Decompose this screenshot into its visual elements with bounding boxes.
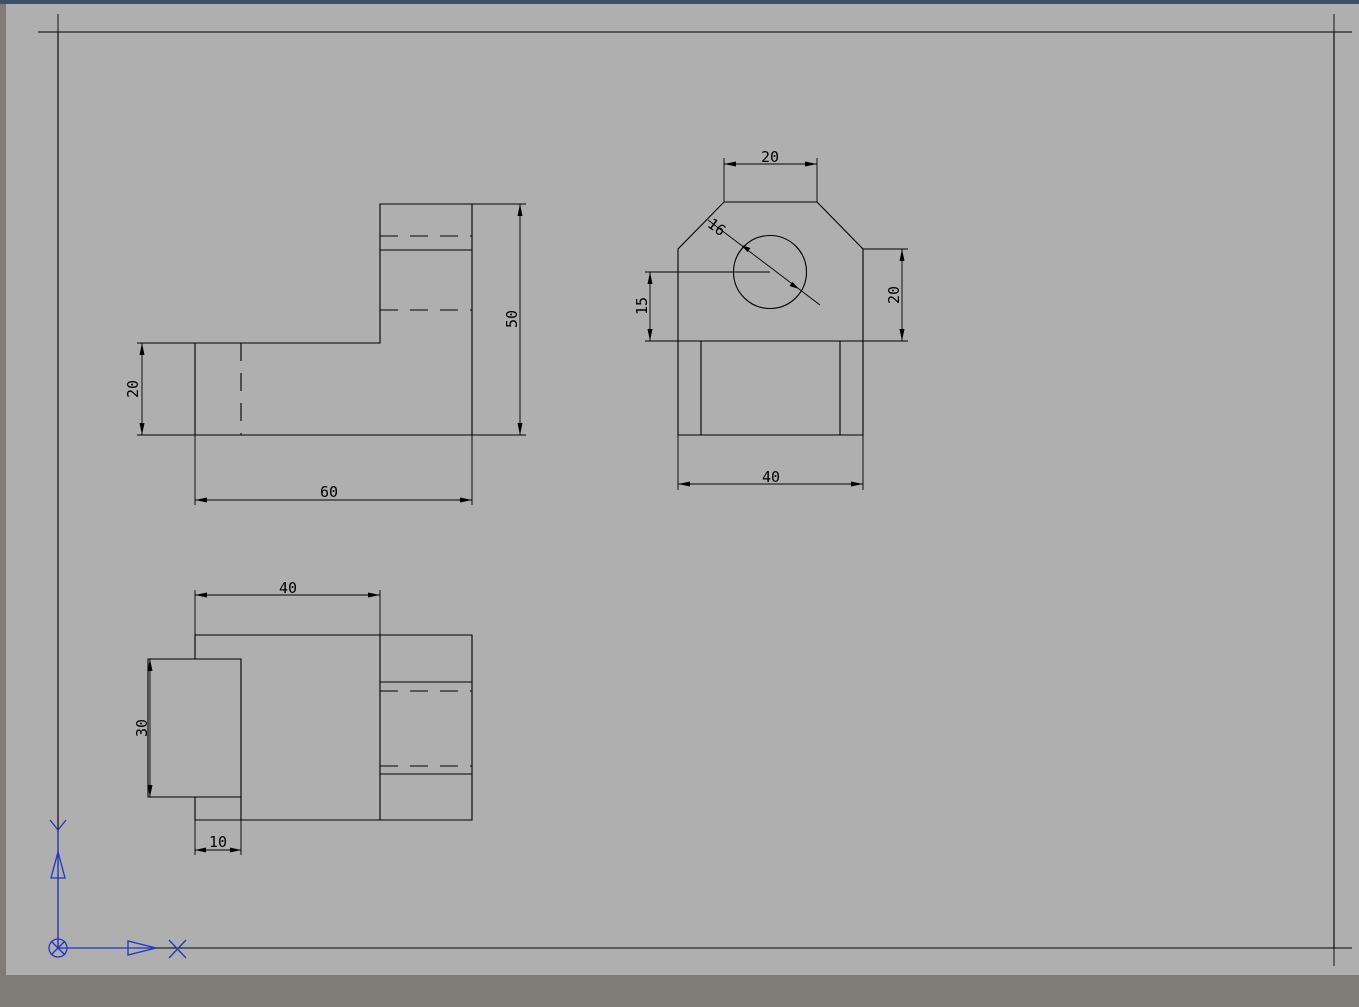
- dim-text: 40: [279, 579, 297, 597]
- dim-front-height-left[interactable]: 20: [124, 342, 195, 436]
- ucs-icon: [48, 819, 187, 959]
- top-view[interactable]: 40 30 10: [133, 579, 473, 855]
- dim-text: 20: [885, 286, 903, 304]
- drawing-limits: [38, 14, 1352, 966]
- dim-text: 50: [503, 310, 521, 328]
- dim-top-width[interactable]: 40: [194, 579, 381, 635]
- dim-text: 15: [633, 297, 651, 315]
- dim-text: 30: [133, 719, 151, 737]
- dim-front-height-total[interactable]: 50: [472, 203, 526, 436]
- dim-side-bottom-width[interactable]: 40: [677, 435, 864, 490]
- top-view-edge: [195, 658, 242, 798]
- dim-side-center-height-left[interactable]: 15: [633, 271, 770, 342]
- front-view-outline: [194, 203, 473, 436]
- dim-text: 10: [209, 833, 227, 851]
- dim-side-center-height-right[interactable]: 20: [863, 248, 908, 342]
- dim-text: 40: [762, 468, 780, 486]
- dim-text: 60: [320, 483, 338, 501]
- dim-side-top-width[interactable]: 20: [723, 148, 818, 202]
- dim-top-notch-width[interactable]: 10: [194, 820, 242, 855]
- dim-side-hole-size[interactable]: 16: [704, 215, 821, 306]
- front-view[interactable]: 20 50 60: [124, 203, 526, 505]
- dim-front-width-total[interactable]: 60: [194, 435, 473, 505]
- dim-top-height-left[interactable]: 30: [133, 659, 153, 797]
- dim-text: 20: [124, 380, 142, 398]
- top-view-outline: [147, 634, 473, 821]
- side-view-outline: [677, 201, 864, 436]
- side-view[interactable]: 20 16 15 20 40: [633, 148, 908, 490]
- dim-text: 20: [761, 148, 779, 166]
- drawing-svg[interactable]: 20 50 60 20 16 15 20 40 40 30 10: [6, 4, 1359, 975]
- drawing-canvas[interactable]: 20 50 60 20 16 15 20 40 40 30 10: [6, 4, 1359, 975]
